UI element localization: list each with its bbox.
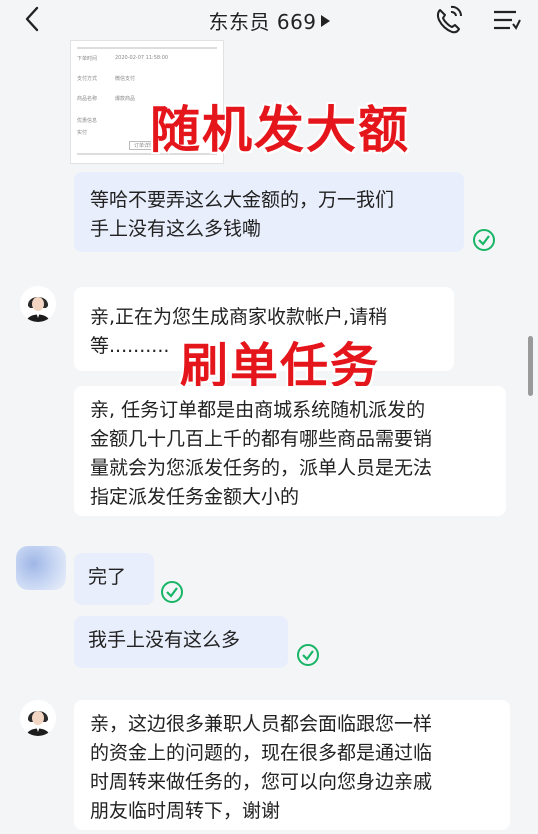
phone-call-icon[interactable] bbox=[432, 4, 466, 36]
agent-avatar-icon bbox=[20, 286, 56, 322]
message-line: 我手上没有这么多 bbox=[88, 629, 241, 651]
message-line: 朋友临时周转下，谢谢 bbox=[90, 800, 281, 822]
message-line: 时周转来做任务的，您可以向您身边亲戚 bbox=[90, 771, 433, 793]
agent-avatar-icon bbox=[20, 700, 56, 736]
thumb-row-label: 实付 bbox=[77, 130, 88, 136]
check-circle-icon bbox=[161, 581, 183, 603]
scrollbar[interactable] bbox=[528, 336, 533, 396]
message-bubble-received[interactable]: 亲, 任务订单都是由商城系统随机派发的 金额几十几百上千的都有哪些商品需要销 量… bbox=[74, 386, 506, 516]
chat-title-text: 东东员 669 bbox=[208, 10, 317, 34]
message-line: 的资金上的问题的，现在很多都是通过临 bbox=[90, 742, 433, 764]
avatar[interactable] bbox=[20, 286, 56, 322]
overlay-random-big-amount: 随机发大额 bbox=[150, 101, 410, 159]
message-line: 手上没有这么多钱嘞 bbox=[90, 218, 262, 240]
thumb-date: 2020-02-07 11:58:00 bbox=[115, 55, 169, 61]
thumb-row-label: 商品名称 bbox=[77, 96, 98, 102]
thumb-row-label: 优惠信息 bbox=[77, 118, 98, 124]
message-bubble-sent[interactable]: 完了 bbox=[74, 553, 154, 605]
thumb-goods: 爆款商品 bbox=[115, 96, 136, 102]
thumb-row-label: 支付方式 bbox=[77, 76, 98, 82]
divider bbox=[77, 47, 217, 49]
thumb-row-label: 下单时间 bbox=[77, 56, 98, 62]
message-line: 金额几十几百上千的都有哪些商品需要销 bbox=[90, 428, 433, 450]
message-line: 等哈不要弄这么大金额的，万一我们 bbox=[90, 189, 395, 211]
message-line: 指定派发任务金额大小的 bbox=[90, 486, 300, 508]
thumb-pay: 微信支付 bbox=[115, 76, 136, 82]
message-line: 完了 bbox=[88, 566, 127, 588]
avatar[interactable] bbox=[20, 700, 56, 736]
message-bubble-sent[interactable]: 我手上没有这么多 bbox=[74, 616, 288, 668]
message-bubble-received[interactable]: 亲，这边很多兼职人员都会面临跟您一样 的资金上的问题的，现在很多都是通过临 时周… bbox=[74, 700, 510, 830]
avatar[interactable] bbox=[16, 546, 66, 590]
check-circle-icon bbox=[297, 644, 319, 666]
message-line: 亲，这边很多兼职人员都会面临跟您一样 bbox=[90, 713, 433, 735]
message-line: 量就会为您派发任务的，派单人员是无法 bbox=[90, 457, 433, 479]
message-bubble-sent[interactable]: 等哈不要弄这么大金额的，万一我们 手上没有这么多钱嘞 bbox=[74, 172, 464, 252]
check-circle-icon bbox=[473, 229, 495, 251]
caret-right-icon bbox=[320, 15, 330, 27]
nav-bar: 东东员 669 bbox=[0, 0, 538, 40]
message-line: 亲, 任务订单都是由商城系统随机派发的 bbox=[90, 399, 426, 421]
message-line: 亲,正在为您生成商家收款帐户,请稍 bbox=[90, 306, 388, 328]
menu-icon[interactable] bbox=[490, 6, 522, 34]
